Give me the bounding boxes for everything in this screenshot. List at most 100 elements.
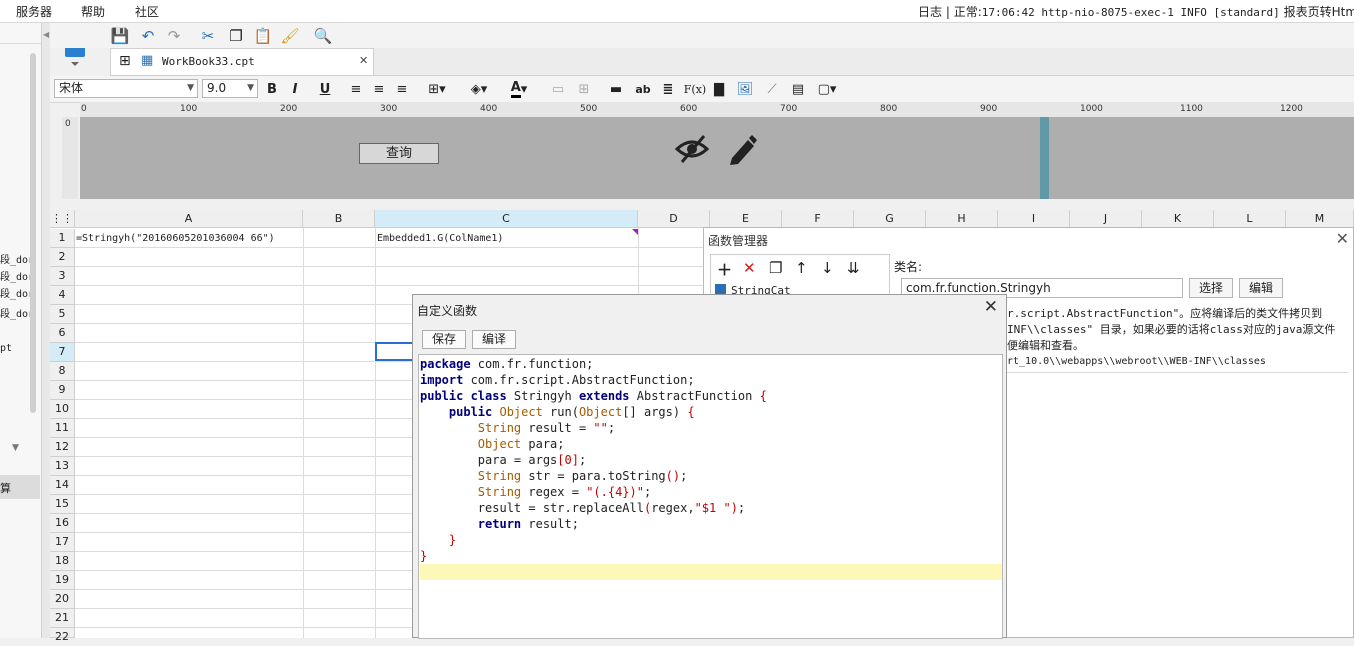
bold-button[interactable]: B: [264, 80, 280, 98]
left-scrollbar[interactable]: [30, 53, 36, 413]
row-header[interactable]: 1: [50, 229, 75, 248]
compile-button[interactable]: 编译: [472, 330, 516, 349]
row-header[interactable]: 2: [50, 248, 75, 267]
border-icon[interactable]: ⊞▾: [424, 80, 450, 98]
row-header[interactable]: 21: [50, 609, 75, 628]
row-header[interactable]: 12: [50, 438, 75, 457]
menu-community[interactable]: 社区: [135, 3, 159, 20]
eye-slash-icon[interactable]: [674, 132, 710, 166]
sub-report-icon[interactable]: ▤: [790, 80, 806, 98]
cell-c1[interactable]: Embedded1.G(ColName1): [377, 233, 503, 244]
col-header-g[interactable]: G: [854, 210, 926, 228]
font-color-icon[interactable]: A ▾: [504, 80, 534, 98]
tree-item[interactable]: 段_dor: [0, 285, 34, 300]
fill-color-icon[interactable]: ◈▾: [464, 80, 494, 98]
row-header[interactable]: 8: [50, 362, 75, 381]
splitter[interactable]: [42, 23, 50, 638]
col-header-l[interactable]: L: [1214, 210, 1286, 228]
col-header-f[interactable]: F: [782, 210, 854, 228]
widget-icon[interactable]: ▢▾: [814, 80, 840, 98]
row-header[interactable]: 4: [50, 286, 75, 305]
row-header[interactable]: 7: [50, 343, 75, 362]
selected-tree-item[interactable]: 算: [0, 475, 40, 499]
format-painter-icon[interactable]: 🖌: [280, 26, 300, 46]
underline-button[interactable]: U: [317, 80, 333, 98]
split-cells-icon[interactable]: ⊞: [576, 80, 592, 98]
delete-icon[interactable]: ✕: [743, 259, 756, 277]
col-header-c[interactable]: C: [375, 210, 638, 228]
select-all-corner[interactable]: ⋮⋮: [50, 210, 75, 228]
copy-icon[interactable]: ❐: [226, 26, 246, 46]
preview-icon[interactable]: 🔍: [313, 26, 333, 46]
selected-cell-c7[interactable]: [375, 342, 415, 361]
collapse-arrow-icon[interactable]: ▼: [12, 443, 19, 453]
tab-close-icon[interactable]: ✕: [359, 54, 368, 67]
col-header-h[interactable]: H: [926, 210, 998, 228]
row-header[interactable]: 10: [50, 400, 75, 419]
col-header-j[interactable]: J: [1070, 210, 1142, 228]
pencil-icon[interactable]: [726, 132, 758, 166]
row-header[interactable]: 13: [50, 457, 75, 476]
paragraph-icon[interactable]: ≣: [660, 80, 676, 98]
row-header[interactable]: 15: [50, 495, 75, 514]
menu-server[interactable]: 服务器: [16, 3, 52, 20]
align-right-icon[interactable]: ≡: [394, 80, 410, 98]
col-header-m[interactable]: M: [1286, 210, 1354, 228]
merge-cells-icon[interactable]: ▭: [550, 80, 566, 98]
font-size-select[interactable]: 9.0 ▼: [202, 79, 258, 98]
undo-icon[interactable]: ↶: [138, 26, 158, 46]
row-header[interactable]: 9: [50, 381, 75, 400]
formula-button[interactable]: F(x): [684, 80, 706, 98]
row-header[interactable]: 22: [50, 628, 75, 643]
panel-resize-handle[interactable]: [1040, 117, 1049, 199]
tab-workbook33[interactable]: ⊞ ▦ WorkBook33.cpt ✕: [110, 48, 374, 75]
paste-icon[interactable]: 📋: [253, 26, 273, 46]
slash-icon[interactable]: ⟋: [764, 80, 780, 98]
col-header-d[interactable]: D: [638, 210, 710, 228]
move-down-icon[interactable]: ↓: [821, 259, 834, 277]
code-editor[interactable]: package com.fr.function; import com.fr.s…: [418, 354, 1003, 639]
align-center-icon[interactable]: ≡: [371, 80, 387, 98]
col-header-k[interactable]: K: [1142, 210, 1214, 228]
row-header[interactable]: 16: [50, 514, 75, 533]
sort-icon[interactable]: ⇊: [847, 259, 860, 277]
row-header[interactable]: 20: [50, 590, 75, 609]
insert-row-icon[interactable]: ▬: [608, 80, 624, 98]
row-header[interactable]: 5: [50, 305, 75, 324]
tree-item[interactable]: pt: [0, 343, 12, 354]
menu-help[interactable]: 帮助: [81, 3, 105, 20]
tree-item[interactable]: 段_dor: [0, 251, 34, 266]
save-icon[interactable]: 💾: [110, 26, 130, 46]
tree-item[interactable]: 段_dor: [0, 305, 34, 320]
font-name-select[interactable]: 宋体 ▼: [54, 79, 198, 98]
text-button[interactable]: ab: [634, 80, 652, 98]
chart-icon[interactable]: ▇: [711, 80, 727, 98]
copy-icon[interactable]: ❐: [769, 259, 782, 277]
save-button[interactable]: 保存: [422, 330, 466, 349]
row-header[interactable]: 11: [50, 419, 75, 438]
col-header-i[interactable]: I: [998, 210, 1070, 228]
splitter-arrow-icon[interactable]: ◀: [43, 30, 49, 39]
close-icon[interactable]: ✕: [984, 297, 998, 317]
cut-icon[interactable]: ✂: [198, 26, 218, 46]
align-left-icon[interactable]: ≡: [348, 80, 364, 98]
row-header[interactable]: 18: [50, 552, 75, 571]
row-header[interactable]: 6: [50, 324, 75, 343]
col-header-e[interactable]: E: [710, 210, 782, 228]
row-header[interactable]: 3: [50, 267, 75, 286]
row-header[interactable]: 19: [50, 571, 75, 590]
row-header[interactable]: 17: [50, 533, 75, 552]
cell-a1[interactable]: =Stringyh("20160605201036004 66"): [76, 233, 275, 244]
log-label[interactable]: 日志: [918, 5, 942, 19]
move-up-icon[interactable]: ↑: [795, 259, 808, 277]
image-icon[interactable]: 🖼: [736, 80, 754, 98]
row-header[interactable]: 14: [50, 476, 75, 495]
tree-item[interactable]: 段_dor: [0, 268, 34, 283]
query-button[interactable]: 查询: [359, 143, 439, 164]
redo-icon[interactable]: ↷: [164, 26, 184, 46]
col-header-b[interactable]: B: [303, 210, 375, 228]
add-icon[interactable]: ＋: [717, 259, 732, 280]
italic-button[interactable]: I: [287, 80, 303, 98]
close-icon[interactable]: ✕: [1336, 229, 1349, 248]
select-button[interactable]: 选择: [1189, 278, 1233, 298]
